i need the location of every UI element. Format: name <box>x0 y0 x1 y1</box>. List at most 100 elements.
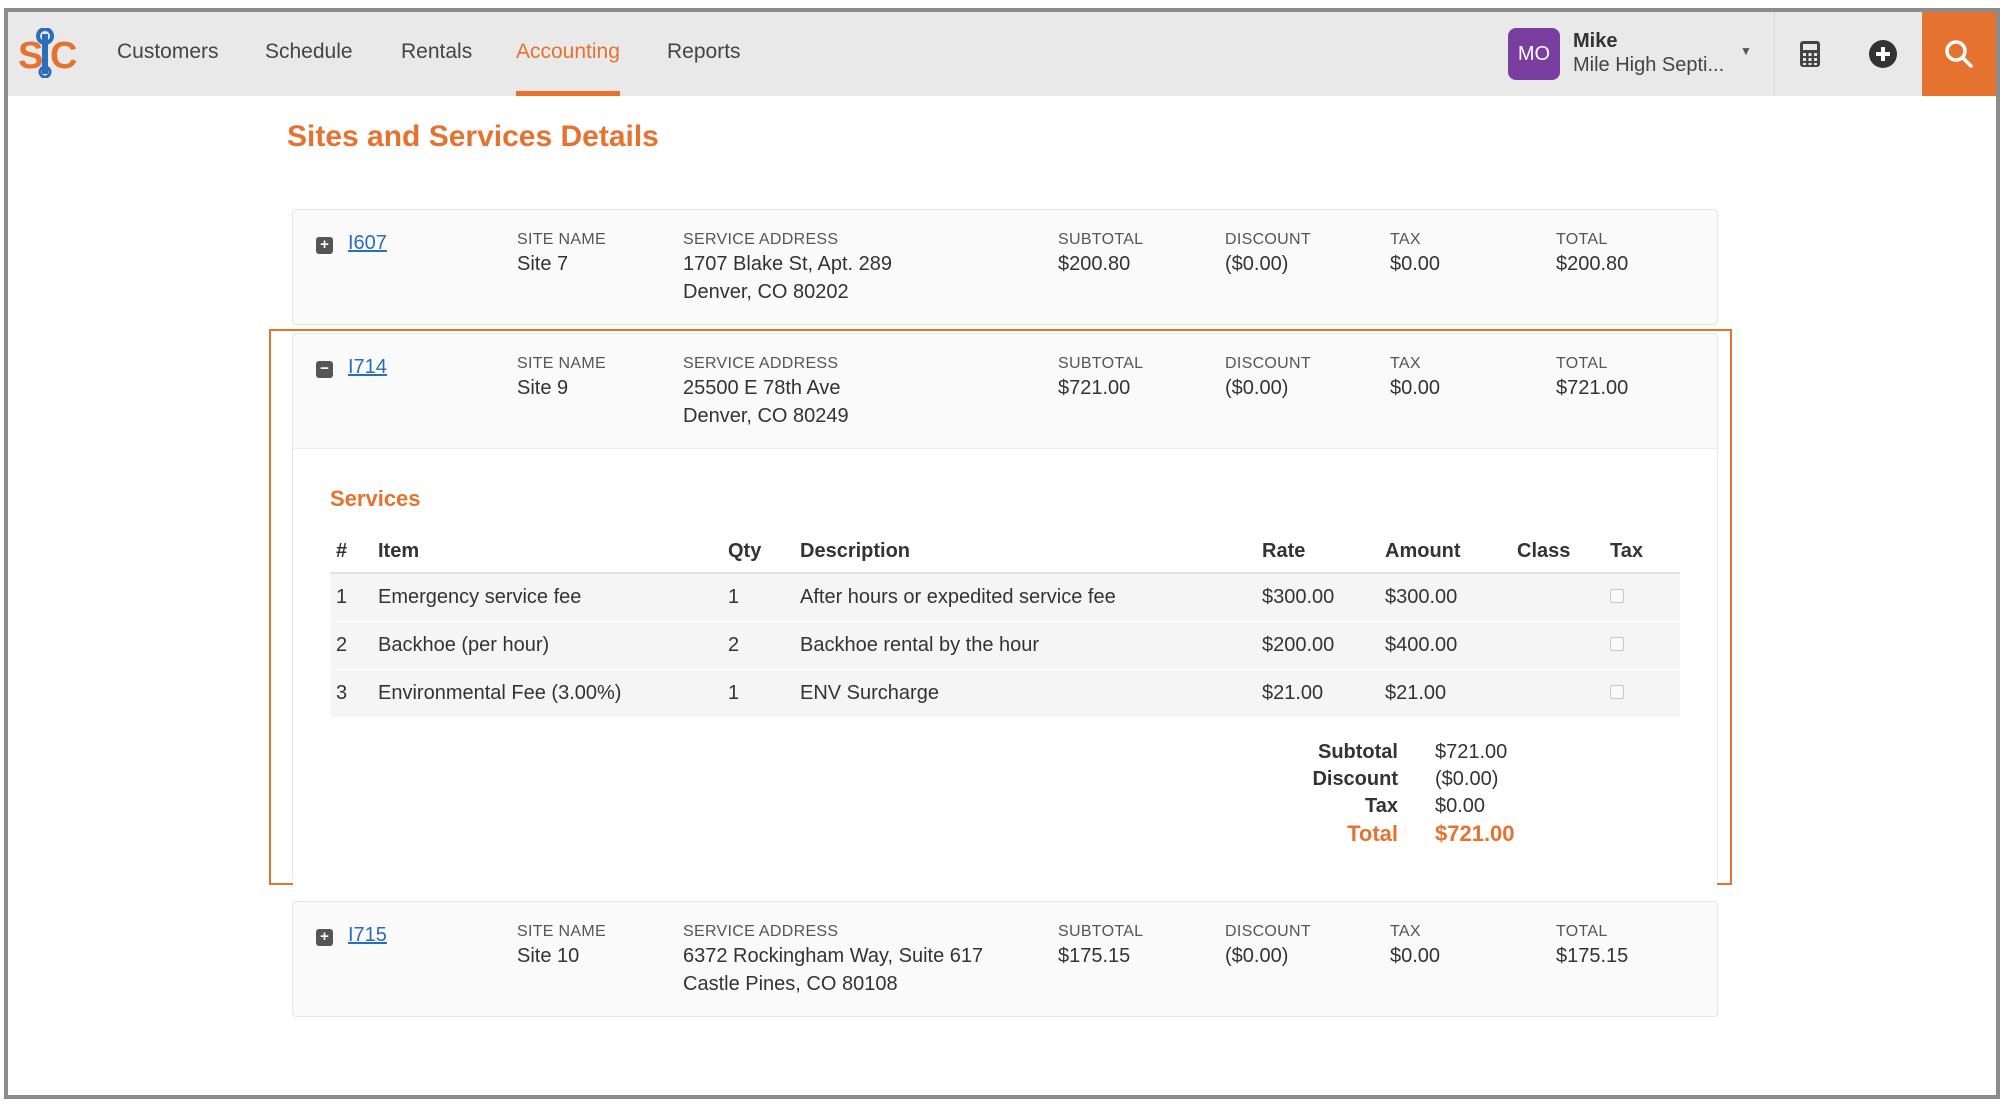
service-address-label: SERVICE ADDRESS <box>683 355 839 372</box>
calculator-button[interactable] <box>1774 12 1844 96</box>
col-header-description: Description <box>794 531 1256 574</box>
totals-discount-value: ($0.00) <box>1435 768 1499 790</box>
page-title: Sites and Services Details <box>287 120 659 153</box>
collapse-icon[interactable]: − <box>316 361 333 378</box>
tax-checkbox[interactable] <box>1610 588 1624 603</box>
site-card: + I715 SITE NAME Site 10 SERVICE ADDRESS… <box>292 901 1718 1017</box>
subtotal-label: SUBTOTAL <box>1058 923 1144 940</box>
totals-discount-label: Discount <box>1312 768 1398 790</box>
row-qty: 2 <box>728 633 740 656</box>
nav-customers[interactable]: Customers <box>117 12 219 96</box>
site-card: + I607 SITE NAME Site 7 SERVICE ADDRESS … <box>292 209 1718 325</box>
row-rate: $200.00 <box>1262 633 1335 656</box>
col-header-class: Class <box>1511 531 1604 574</box>
site-name-value: Site 9 <box>517 377 569 399</box>
tax-checkbox[interactable] <box>1610 636 1624 651</box>
service-address-column: SERVICE ADDRESS 25500 E 78th Ave Denver,… <box>683 354 849 430</box>
row-description: After hours or expedited service fee <box>800 585 1116 608</box>
user-menu[interactable]: MO Mike Mile High Septi... ▼ <box>1508 28 1752 80</box>
row-tax <box>1604 669 1680 717</box>
calculator-icon <box>1799 41 1820 67</box>
total-value: $175.15 <box>1556 945 1629 967</box>
invoice-link[interactable]: I714 <box>348 356 387 379</box>
row-qty: 1 <box>728 681 740 704</box>
discount-value: ($0.00) <box>1225 945 1289 967</box>
invoice-link[interactable]: I607 <box>348 232 387 255</box>
total-label: TOTAL <box>1556 231 1608 248</box>
totals-total-label: Total <box>1347 820 1398 846</box>
search-button[interactable] <box>1922 12 1996 96</box>
col-header-tax: Tax <box>1604 531 1680 574</box>
totals-tax-label: Tax <box>1365 795 1398 817</box>
col-header-rate: Rate <box>1256 531 1379 574</box>
site-name-column: SITE NAME Site 10 <box>517 922 606 970</box>
subtotal-value: $175.15 <box>1058 945 1131 967</box>
table-header-row: # Item Qty Description Rate Amount Class… <box>330 531 1680 574</box>
row-amount: $300.00 <box>1385 585 1458 608</box>
expand-icon[interactable]: + <box>316 237 333 254</box>
nav-reports[interactable]: Reports <box>667 12 741 96</box>
totals-tax-row: Tax $0.00 <box>1305 793 1605 820</box>
expand-icon[interactable]: + <box>316 929 333 946</box>
row-amount: $400.00 <box>1385 633 1458 656</box>
table-row: 3 Environmental Fee (3.00%) 1 ENV Surcha… <box>330 669 1680 717</box>
row-item: Environmental Fee (3.00%) <box>378 681 622 704</box>
row-qty: 1 <box>728 585 740 608</box>
avatar: MO <box>1508 28 1560 80</box>
service-address-column: SERVICE ADDRESS 1707 Blake St, Apt. 289 … <box>683 230 892 306</box>
tax-column: TAX $0.00 <box>1390 922 1440 970</box>
services-totals: Subtotal $721.00 Discount ($0.00) Tax $0… <box>1305 739 1605 847</box>
nav-accounting[interactable]: Accounting <box>516 12 620 96</box>
nav-schedule[interactable]: Schedule <box>265 12 353 96</box>
add-button[interactable] <box>1848 12 1918 96</box>
totals-tax-value: $0.00 <box>1435 795 1486 817</box>
site-name-column: SITE NAME Site 9 <box>517 354 606 402</box>
subtotal-column: SUBTOTAL $200.80 <box>1058 230 1143 278</box>
total-column: TOTAL $200.80 <box>1556 230 1628 278</box>
services-panel: Services # Item Qty Description Rate Amo… <box>293 448 1717 888</box>
nav-rentals[interactable]: Rentals <box>401 12 472 96</box>
tax-value: $0.00 <box>1390 253 1441 275</box>
tax-column: TAX $0.00 <box>1390 230 1440 278</box>
site-name-column: SITE NAME Site 7 <box>517 230 606 278</box>
col-header-amount: Amount <box>1379 531 1511 574</box>
total-value: $721.00 <box>1556 377 1629 399</box>
user-company: Mile High Septi... <box>1573 54 1725 76</box>
discount-column: DISCOUNT ($0.00) <box>1225 922 1311 970</box>
discount-label: DISCOUNT <box>1225 923 1311 940</box>
site-card-expanded: − I714 SITE NAME Site 9 SERVICE ADDRESS … <box>292 333 1718 888</box>
address-line2: Denver, CO 80202 <box>683 281 849 303</box>
site-name-label: SITE NAME <box>517 231 606 248</box>
row-description: ENV Surcharge <box>800 681 939 704</box>
caret-down-icon: ▼ <box>1740 44 1752 58</box>
search-icon <box>1945 40 1973 68</box>
logo[interactable]: S C <box>18 28 80 78</box>
totals-discount-row: Discount ($0.00) <box>1305 766 1605 793</box>
discount-label: DISCOUNT <box>1225 355 1311 372</box>
table-row: 1 Emergency service fee 1 After hours or… <box>330 573 1680 621</box>
totals-total-value: $721.00 <box>1435 820 1515 846</box>
site-card-header: + I715 SITE NAME Site 10 SERVICE ADDRESS… <box>293 902 1717 1016</box>
site-name-value: Site 10 <box>517 945 580 967</box>
invoice-link[interactable]: I715 <box>348 924 387 947</box>
total-value: $200.80 <box>1556 253 1629 275</box>
total-column: TOTAL $175.15 <box>1556 922 1628 970</box>
discount-label: DISCOUNT <box>1225 231 1311 248</box>
table-row: 2 Backhoe (per hour) 2 Backhoe rental by… <box>330 621 1680 669</box>
totals-subtotal-value: $721.00 <box>1435 741 1508 763</box>
row-tax <box>1604 621 1680 669</box>
user-name: Mike <box>1573 30 1618 52</box>
tax-checkbox[interactable] <box>1610 684 1624 699</box>
row-rate: $21.00 <box>1262 681 1324 704</box>
total-column: TOTAL $721.00 <box>1556 354 1628 402</box>
row-class <box>1511 669 1604 717</box>
total-label: TOTAL <box>1556 923 1608 940</box>
subtotal-label: SUBTOTAL <box>1058 355 1144 372</box>
tax-value: $0.00 <box>1390 945 1441 967</box>
totals-subtotal-label: Subtotal <box>1318 741 1398 763</box>
row-rate: $300.00 <box>1262 585 1335 608</box>
svg-text:C: C <box>50 35 77 77</box>
discount-column: DISCOUNT ($0.00) <box>1225 354 1311 402</box>
row-num: 3 <box>336 681 348 704</box>
tax-label: TAX <box>1390 923 1421 940</box>
